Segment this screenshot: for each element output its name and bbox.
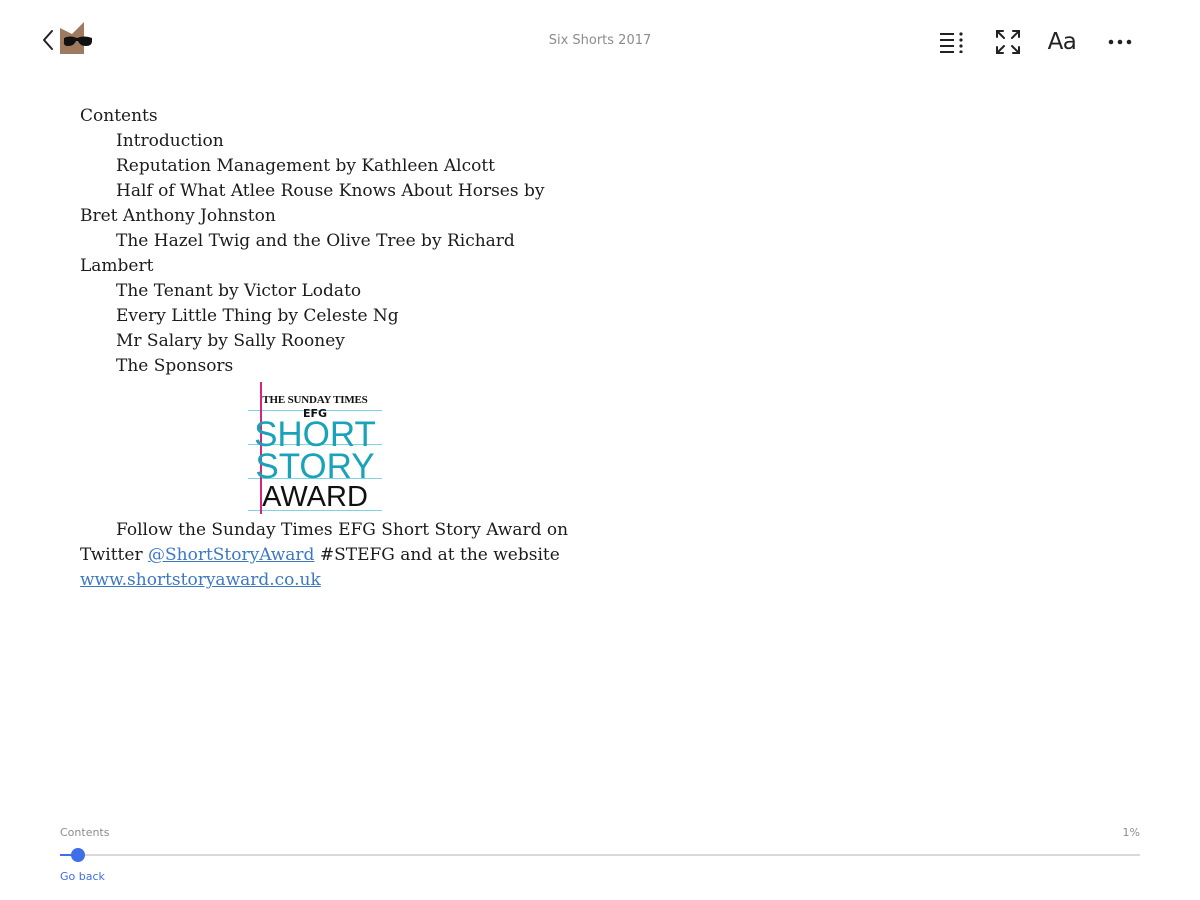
contents-heading: Contents (80, 106, 158, 126)
progress-percent: 1% (1122, 826, 1140, 839)
toc-entry-every-little-thing[interactable]: Every Little Thing by Celeste Ng (80, 304, 570, 329)
award-logo-story: STORY (255, 447, 375, 486)
more-options-button[interactable] (1104, 26, 1136, 58)
toc-entry-hazel-twig[interactable]: The Hazel Twig and the Olive Tree by Ric… (80, 229, 570, 279)
toc-entry-introduction[interactable]: Introduction (80, 129, 570, 154)
current-chapter-label: Contents (60, 826, 110, 839)
table-of-contents-icon (940, 32, 963, 53)
fullscreen-button[interactable] (992, 26, 1024, 58)
go-back-link[interactable]: Go back (60, 870, 105, 883)
toc-entry-mr-salary[interactable]: Mr Salary by Sally Rooney (80, 329, 570, 354)
toc-entry-the-tenant[interactable]: The Tenant by Victor Lodato (80, 279, 570, 304)
font-settings-button[interactable]: Aa (1046, 26, 1078, 58)
table-of-contents-button[interactable] (936, 26, 968, 58)
progress-track[interactable] (60, 848, 1140, 862)
short-story-award-logo: THE SUNDAY TIMES EFG SHORT STORY AWARD (248, 382, 382, 514)
twitter-link[interactable]: @ShortStoryAward (148, 545, 314, 565)
more-dots-icon (1108, 39, 1132, 45)
fullscreen-icon (996, 30, 1020, 54)
toc-entry-half-of-what-atlee-rouse[interactable]: Half of What Atlee Rouse Knows About Hor… (80, 179, 570, 229)
follow-paragraph: Follow the Sunday Times EFG Short Story … (80, 518, 570, 593)
reading-progress: Contents 1% Go back (60, 820, 1140, 890)
website-link[interactable]: www.shortstoryaward.co.uk (80, 570, 321, 590)
toc-entry-reputation-management[interactable]: Reputation Management by Kathleen Alcott (80, 154, 570, 179)
toc-entry-the-sponsors[interactable]: The Sponsors (80, 354, 570, 379)
hashtag-text: #STEFG and at the website (319, 545, 560, 565)
award-logo-award: AWARD (262, 481, 368, 513)
book-page-content: Contents Introduction Reputation Managem… (80, 104, 570, 593)
progress-handle[interactable] (71, 848, 85, 862)
reader-toolbar: Six Shorts 2017 Aa (0, 0, 1200, 84)
